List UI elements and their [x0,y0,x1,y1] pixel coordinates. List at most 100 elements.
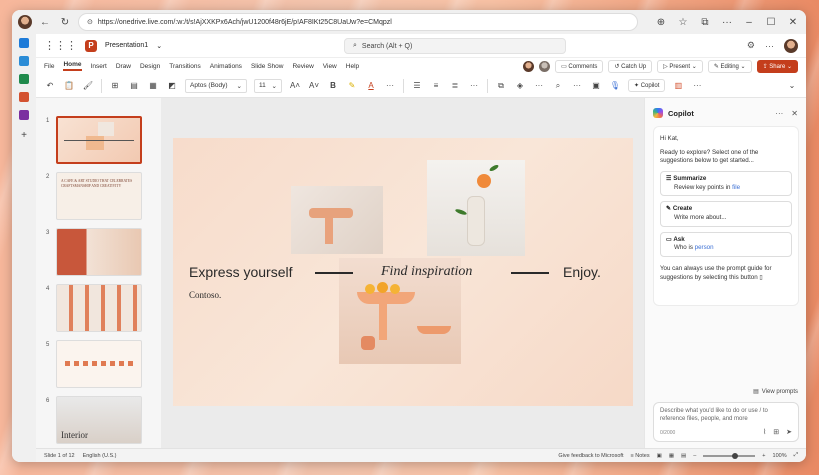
ribbon-collapse-icon[interactable]: ⌄ [786,79,798,93]
increase-font-icon[interactable]: A˄ [289,79,301,93]
new-slide-icon[interactable]: ⊞ [109,79,121,93]
format-painter-icon[interactable]: 🖌 [82,79,94,93]
more-menu-icon[interactable]: ··· [720,15,734,29]
word-app-icon[interactable] [19,56,29,66]
copilot-chat-input[interactable]: Describe what you'd like to do or use / … [653,402,799,442]
search-input[interactable]: ⌕ Search (Alt + Q) [344,38,566,54]
suggestion-create[interactable]: ✎ Create Write more about... [660,201,792,227]
bold-icon[interactable]: B [327,79,339,93]
more-paragraph-icon[interactable]: ··· [468,79,480,93]
suggestion-ask[interactable]: ▭ Ask Who is person [660,231,792,258]
tab-slide-show[interactable]: Slide Show [251,63,284,70]
slide-text-enjoy[interactable]: Enjoy. [563,264,601,280]
tab-design[interactable]: Design [140,63,160,70]
slide-text-express[interactable]: Express yourself [189,264,292,280]
back-arrow-icon[interactable]: ← [38,15,52,29]
powerpoint-app-icon[interactable] [19,92,29,102]
copilot-ribbon-button[interactable]: ✦ Copilot [628,79,666,92]
copilot-more-icon[interactable]: ··· [775,109,783,118]
more-ribbon-icon[interactable]: ··· [691,79,703,93]
normal-view-icon[interactable]: ▣ [657,453,662,459]
font-color-icon[interactable]: A [365,79,377,93]
zoom-slider-knob[interactable] [731,452,738,459]
maximize-icon[interactable]: ☐ [764,15,778,29]
designer-icon[interactable]: ▥ [672,79,684,93]
onenote-app-icon[interactable] [19,110,29,120]
profile-avatar[interactable] [18,15,32,29]
tab-view[interactable]: View [323,63,337,70]
thumbnail-row[interactable]: 5 [36,340,161,392]
user-avatar[interactable] [784,38,798,53]
align-icon[interactable]: ≣ [449,79,461,93]
share-button[interactable]: ⇪ Share ⌄ [756,59,798,73]
document-title[interactable]: Presentation1 [105,42,148,49]
thumbnail-row[interactable]: 4 [36,284,161,336]
comments-button[interactable]: ▭ Comments [555,59,604,73]
settings-gear-icon[interactable]: ⚙ [747,40,755,51]
current-slide[interactable]: Express yourself Find inspiration Enjoy.… [173,138,633,406]
tab-home[interactable]: Home [63,61,82,71]
zoom-out-icon[interactable]: – [693,453,696,459]
slide-thumbnail-1[interactable] [56,116,142,164]
section-icon[interactable]: ▦ [147,79,159,93]
zoom-in-icon[interactable]: + [762,453,765,459]
present-button[interactable]: ▷ Present ⌄ [657,59,703,73]
suggestion-link[interactable]: file [732,184,740,191]
excel-app-icon[interactable] [19,74,29,84]
feedback-link[interactable]: Give feedback to Microsoft [558,453,623,459]
suggestion-link[interactable]: person [695,244,714,251]
collaborator-avatar[interactable] [523,60,535,72]
slide-thumbnail-5[interactable] [56,340,142,388]
collaborator-avatar-2[interactable] [539,60,551,72]
extensions-icon[interactable]: ⊕ [654,15,668,29]
thumbnail-row[interactable]: 1 [36,116,161,168]
add-ins-icon[interactable]: ▣ [590,79,602,93]
paste-icon[interactable]: 📋 [63,79,75,93]
font-size-dropdown[interactable]: 11 ⌄ [254,78,282,93]
add-app-icon[interactable]: + [17,128,31,142]
shape-fill-icon[interactable]: ◈ [514,79,526,93]
slide-thumbnail-6[interactable]: Interior [56,396,142,444]
more-font-options-icon[interactable]: ··· [384,79,396,93]
arrange-icon[interactable]: ⧉ [495,79,507,93]
decrease-font-icon[interactable]: A˅ [308,79,320,93]
minimize-icon[interactable]: – [742,15,756,29]
slide-thumbnail-4[interactable] [56,284,142,332]
slide-sorter-icon[interactable]: ▦ [669,453,674,459]
notes-button[interactable]: ≡ Notes [631,453,650,459]
address-bar[interactable]: ⊙ https://onedrive.live.com/:w:/t/s!AjXX… [78,13,638,31]
zoom-slider[interactable] [703,452,756,459]
tab-file[interactable]: File [44,63,54,70]
app-launcher-icon[interactable]: ⋮⋮⋮ [44,39,77,52]
site-info-icon[interactable]: ⊙ [87,18,93,26]
prompt-guide-input-icon[interactable]: ⊞ [773,428,779,437]
undo-icon[interactable]: ↶ [44,79,56,93]
suggestion-summarize[interactable]: ☰ Summarize Review key points in file [660,171,792,197]
slide-thumbnail-2[interactable]: A CAFE & ART STUDIO THAT CELEBRATES CRAF… [56,172,142,220]
slide-thumbnail-3[interactable] [56,228,142,276]
stool-photo[interactable] [291,186,383,254]
tab-review[interactable]: Review [292,63,313,70]
collections-icon[interactable]: ⧉ [698,15,712,29]
close-icon[interactable]: ✕ [786,15,800,29]
dictate-icon[interactable]: 🎙 [609,79,621,93]
catch-up-button[interactable]: ↺ Catch Up [608,59,653,73]
attach-icon[interactable]: ⌇ [763,428,766,437]
more-drawing-icon[interactable]: ··· [533,79,545,93]
more-editing-icon[interactable]: ··· [571,79,583,93]
outlook-app-icon[interactable] [19,38,29,48]
refresh-icon[interactable]: ↻ [58,15,72,29]
thumbnail-row[interactable]: 2 A CAFE & ART STUDIO THAT CELEBRATES CR… [36,172,161,224]
prompt-guide-icon[interactable]: ▯ [759,274,762,281]
tab-transitions[interactable]: Transitions [169,63,201,70]
send-icon[interactable]: ➤ [786,428,792,437]
zoom-level[interactable]: 100% [773,453,787,459]
numbering-icon[interactable]: ≡ [430,79,442,93]
document-title-chevron-icon[interactable]: ⌄ [156,42,162,50]
favorite-star-icon[interactable]: ☆ [676,15,690,29]
more-options-icon[interactable]: ··· [765,41,774,51]
tab-draw[interactable]: Draw [116,63,131,70]
vase-photo[interactable] [427,160,525,256]
language[interactable]: English (U.S.) [83,453,117,459]
thumbnail-row[interactable]: 6 Interior [36,396,161,448]
